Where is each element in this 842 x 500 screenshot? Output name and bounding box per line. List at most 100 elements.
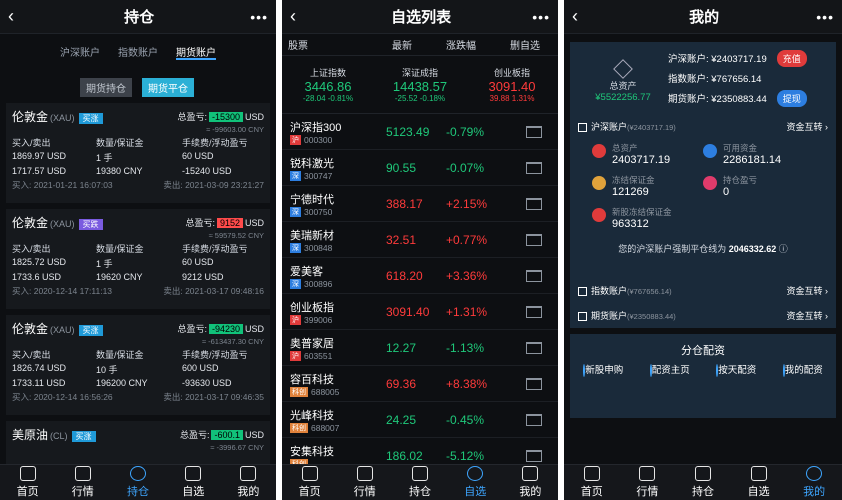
stock-code: 688007 xyxy=(311,422,340,433)
back-icon[interactable]: ‹ xyxy=(290,6,310,27)
trash-icon[interactable] xyxy=(526,449,542,462)
tab-market[interactable]: 行情 xyxy=(337,465,392,500)
transfer-link[interactable]: 资金互转 › xyxy=(786,309,828,322)
position-card[interactable]: 伦敦金 (XAU) 买涨 总盈亏: -94230 USD ≈ -613437.30 CNY 买… xyxy=(6,315,270,415)
watch-row[interactable]: 锐科激光深 300747 90.55 -0.07% xyxy=(282,150,558,186)
trash-icon[interactable] xyxy=(526,413,542,426)
transfer-link[interactable]: 资金互转 › xyxy=(786,120,828,133)
tab-positions[interactable]: 持仓 xyxy=(392,465,447,500)
mode-tabs: 期货持仓 期货平仓 xyxy=(0,78,276,97)
tab-watchlist[interactable]: 自选 xyxy=(448,465,503,500)
mine-screen: ‹ 我的 ••• 总资产 ¥5522256.77 沪深账户: ¥2403717.… xyxy=(564,0,842,500)
trash-icon[interactable] xyxy=(526,161,542,174)
col-change: 涨跌幅 xyxy=(446,41,476,52)
watch-row[interactable]: 爱美客深 300896 618.20 +3.36% xyxy=(282,258,558,294)
position-details xyxy=(12,454,264,458)
tab-home[interactable]: 首页 xyxy=(0,465,55,500)
stock-change: -0.79% xyxy=(446,124,485,139)
trash-icon[interactable] xyxy=(526,305,542,318)
pl-cny: ≈ -3996.67 CNY xyxy=(210,443,264,452)
back-icon[interactable]: ‹ xyxy=(572,6,592,27)
qh-account-header[interactable]: 期货账户(¥2350883.44) 资金互转 › xyxy=(578,303,828,328)
stock-price: 12.27 xyxy=(386,340,417,355)
collapse-icon xyxy=(578,122,587,132)
watch-row[interactable]: 宁德时代深 300750 388.17 +2.15% xyxy=(282,186,558,222)
diamond-icon xyxy=(613,59,633,79)
pl-value: -94230 xyxy=(208,323,243,334)
my-financing-button[interactable]: 我的配资 xyxy=(770,362,837,377)
more-icon[interactable]: ••• xyxy=(816,9,834,25)
tab-mine[interactable]: 我的 xyxy=(503,465,558,500)
trash-icon[interactable] xyxy=(526,233,542,246)
split-financing: 分仓配资 新股申购 配资主页 按天配资 我的配资 xyxy=(570,334,836,418)
direction-badge: 买涨 xyxy=(71,430,96,442)
position-card[interactable]: 伦敦金 (XAU) 买涨 总盈亏: -15300 USD ≈ -99603.00 CNY 买入… xyxy=(6,103,270,203)
tab-index-account[interactable]: 指数账户 xyxy=(118,44,158,66)
stock-name: 容百科技 xyxy=(290,373,334,386)
tab-mine[interactable]: 我的 xyxy=(221,465,276,500)
tab-watchlist[interactable]: 自选 xyxy=(166,465,221,500)
tab-bar: 首页 行情 持仓 自选 我的 xyxy=(0,464,276,500)
ipo-subscribe-button[interactable]: 新股申购 xyxy=(570,362,637,377)
watch-row[interactable]: 奥普家居沪 603551 12.27 -1.13% xyxy=(282,330,558,366)
asset-panel: 总资产 ¥5522256.77 沪深账户: ¥2403717.19 充值 指数账户… xyxy=(570,42,836,278)
trash-icon[interactable] xyxy=(526,341,542,354)
market-tag: 深 xyxy=(290,278,301,289)
recharge-button[interactable]: 充值 xyxy=(776,49,807,67)
position-card[interactable]: 伦敦金 (XAU) 买跌 总盈亏: 9152 USD ≈ 59579.52 CNY 买入/卖出… xyxy=(6,209,270,309)
zs-account-header[interactable]: 指数账户(¥767656.14) 资金互转 › xyxy=(578,278,828,303)
more-icon[interactable]: ••• xyxy=(250,9,268,25)
back-icon[interactable]: ‹ xyxy=(8,6,28,27)
watch-row[interactable]: 美瑞新材深 300848 32.51 +0.77% xyxy=(282,222,558,258)
trash-icon[interactable] xyxy=(526,197,542,210)
ipo-icon xyxy=(592,208,606,222)
help-icon[interactable]: ⓘ xyxy=(779,244,788,254)
contract-name: 美原油 xyxy=(12,427,49,442)
index-sh[interactable]: 上证指数 3446.86 -28.04 -0.81% xyxy=(282,66,374,103)
pl-cny: ≈ -99603.00 CNY xyxy=(206,125,264,134)
financing-home-button[interactable]: 配资主页 xyxy=(637,362,704,377)
account-tabs: 沪深账户 指数账户 期货账户 xyxy=(0,34,276,66)
stock-price: 69.36 xyxy=(386,376,417,391)
index-cyb[interactable]: 创业板指 3091.40 39.88 1.31% xyxy=(466,66,558,103)
transfer-link[interactable]: 资金互转 › xyxy=(786,284,828,297)
total-pl: 总盈亏: -15300 USD xyxy=(177,111,264,122)
more-icon[interactable]: ••• xyxy=(532,9,550,25)
tab-watchlist[interactable]: 自选 xyxy=(731,465,787,500)
daily-financing-button[interactable]: 按天配资 xyxy=(703,362,770,377)
tab-futures-closed[interactable]: 期货平仓 xyxy=(142,78,194,97)
stock-change: +8.38% xyxy=(446,376,488,391)
stock-code: 300848 xyxy=(304,242,333,253)
tab-market[interactable]: 行情 xyxy=(55,465,110,500)
tab-positions[interactable]: 持仓 xyxy=(675,465,731,500)
stock-code: 603551 xyxy=(304,350,333,361)
tab-home[interactable]: 首页 xyxy=(282,465,337,500)
watch-row[interactable]: 沪深指300 沪 000300 5123.49 -0.79% xyxy=(282,114,558,150)
hs-account-header[interactable]: 沪深账户(¥2403717.19) 资金互转 › xyxy=(578,116,828,136)
stock-name: 奥普家居 xyxy=(290,337,334,350)
watch-row[interactable]: 创业板指沪 399006 3091.40 +1.31% xyxy=(282,294,558,330)
withdraw-button[interactable]: 提现 xyxy=(776,89,807,107)
header: ‹ 我的 ••• xyxy=(564,0,842,34)
buy-time: 买入: 2021-01-21 16:07:03 xyxy=(12,180,113,190)
col-stock: 股票 xyxy=(288,41,308,52)
tab-mine[interactable]: 我的 xyxy=(786,465,842,500)
tab-futures-account[interactable]: 期货账户 xyxy=(176,44,216,60)
check-icon xyxy=(185,466,202,481)
liquidation-line: 您的沪深账户强制平仓线为 2046332.62 ⓘ xyxy=(618,244,788,254)
trash-icon[interactable] xyxy=(526,269,542,282)
watch-row[interactable]: 光峰科技 科创 688007 24.25 -0.45% xyxy=(282,402,558,438)
index-sz[interactable]: 深证成指 14438.57 -25.52 -0.18% xyxy=(374,66,466,103)
pl-cny: ≈ 59579.52 CNY xyxy=(208,231,264,240)
trash-icon[interactable] xyxy=(526,125,542,138)
trash-icon[interactable] xyxy=(526,377,542,390)
total-pl: 总盈亏: 9152 USD xyxy=(185,217,264,228)
tab-market[interactable]: 行情 xyxy=(620,465,676,500)
tab-home[interactable]: 首页 xyxy=(564,465,620,500)
tab-futures-hold[interactable]: 期货持仓 xyxy=(80,78,132,97)
watch-row[interactable]: 容百科技 科创 688005 69.36 +8.38% xyxy=(282,366,558,402)
market-tag: 沪 xyxy=(290,314,301,325)
home-icon xyxy=(19,466,36,481)
tab-hs-account[interactable]: 沪深账户 xyxy=(60,44,100,66)
tab-positions[interactable]: 持仓 xyxy=(110,465,165,500)
